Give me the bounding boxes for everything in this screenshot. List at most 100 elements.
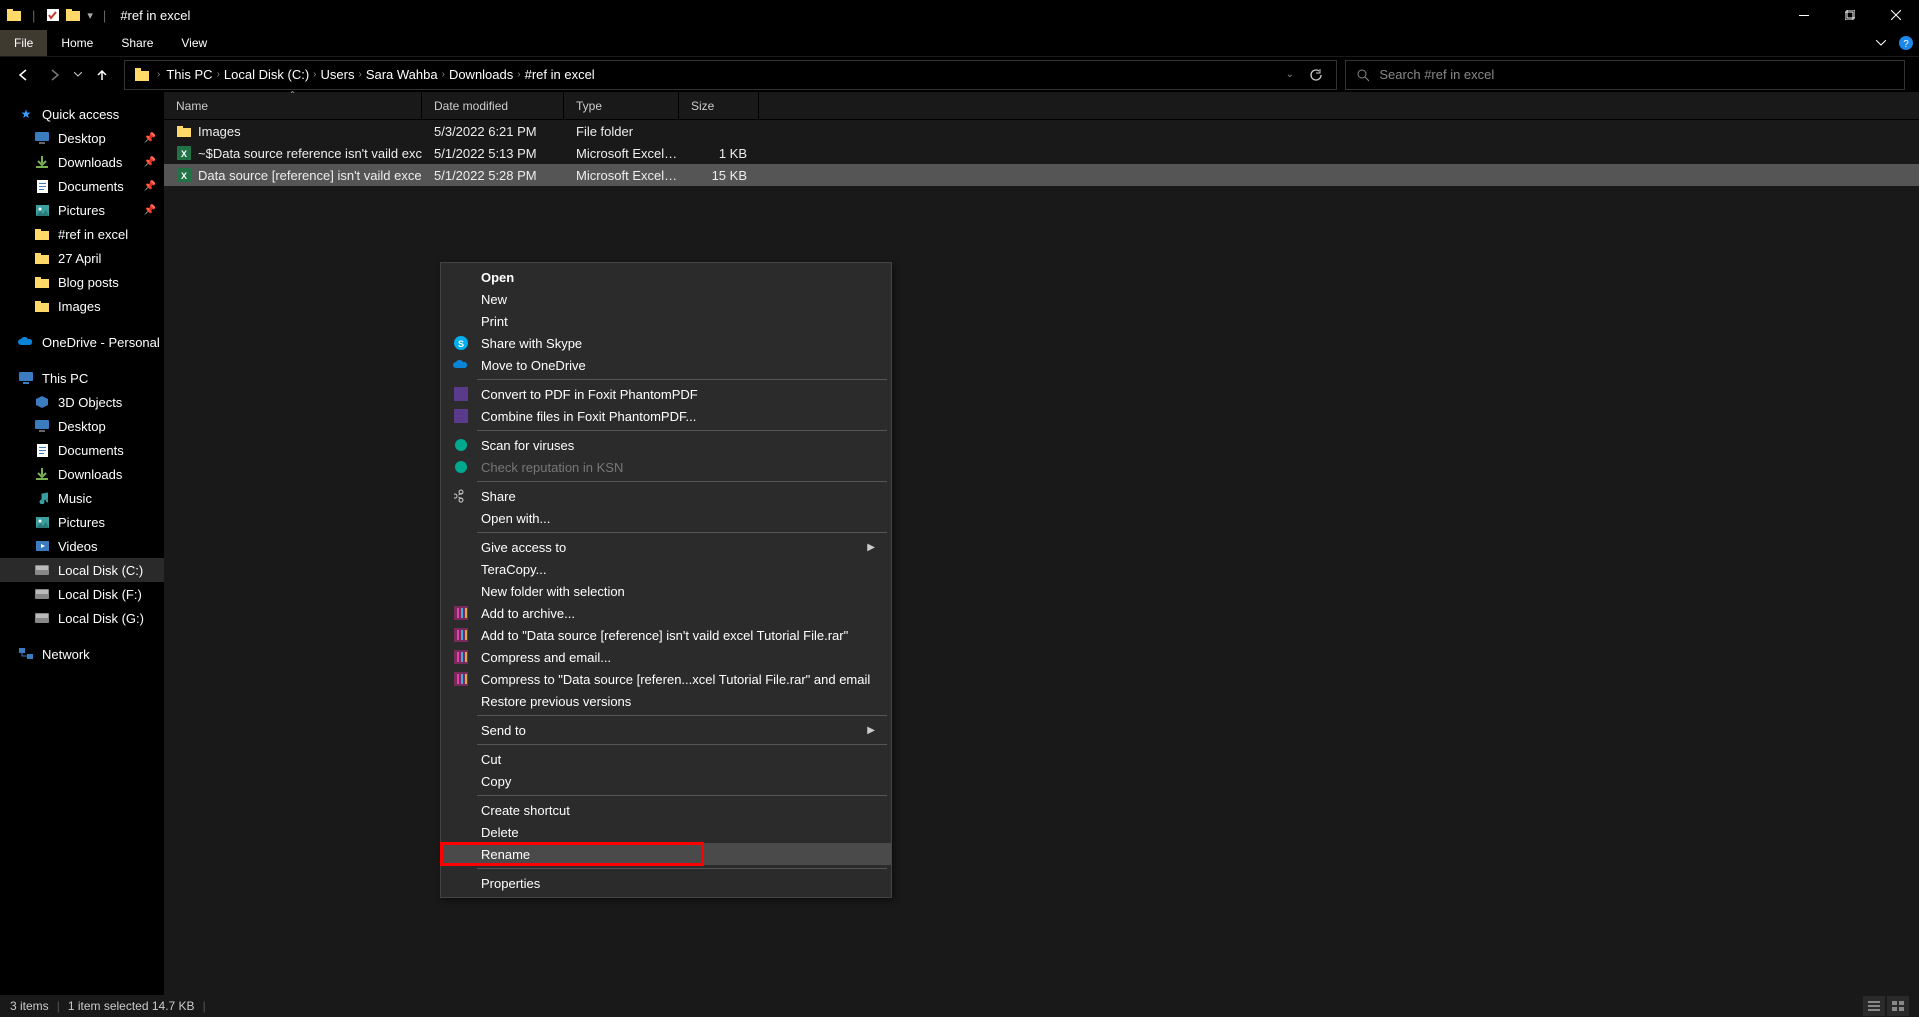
breadcrumb-item[interactable]: Users <box>317 61 359 89</box>
breadcrumb-item[interactable]: #ref in excel <box>521 61 599 89</box>
excel-icon: X <box>176 167 192 183</box>
sidebar-item[interactable]: Pictures📌 <box>0 198 164 222</box>
sidebar-item[interactable]: Pictures <box>0 510 164 534</box>
sidebar-item[interactable]: Music <box>0 486 164 510</box>
menu-item[interactable]: Properties <box>441 872 891 894</box>
search-box[interactable] <box>1345 60 1905 90</box>
menu-item[interactable]: Give access to▶ <box>441 536 891 558</box>
back-button[interactable] <box>10 61 38 89</box>
properties-icon[interactable] <box>45 7 61 23</box>
details-view-icon[interactable] <box>1863 996 1885 1016</box>
menu-item[interactable]: TeraCopy... <box>441 558 891 580</box>
menu-item[interactable]: Cut <box>441 748 891 770</box>
menu-item[interactable]: Open with... <box>441 507 891 529</box>
breadcrumb-root-icon[interactable] <box>131 61 155 89</box>
column-name[interactable]: ⌃Name <box>164 92 422 119</box>
menu-item[interactable]: Compress and email... <box>441 646 891 668</box>
menu-item[interactable]: Add to "Data source [reference] isn't va… <box>441 624 891 646</box>
menu-item[interactable]: SShare with Skype <box>441 332 891 354</box>
status-bar: 3 items | 1 item selected 14.7 KB | <box>0 995 1919 1017</box>
tab-share[interactable]: Share <box>107 30 167 56</box>
menu-item[interactable]: Compress to "Data source [referen...xcel… <box>441 668 891 690</box>
sidebar-this-pc[interactable]: This PC <box>0 366 164 390</box>
menu-item[interactable]: Restore previous versions <box>441 690 891 712</box>
sidebar-item[interactable]: Downloads <box>0 462 164 486</box>
kasp-icon <box>453 459 469 475</box>
breadcrumb-item[interactable]: This PC <box>162 61 216 89</box>
file-row[interactable]: XData source [reference] isn't vaild exc… <box>164 164 1919 186</box>
menu-item[interactable]: Create shortcut <box>441 799 891 821</box>
menu-item[interactable]: New folder with selection <box>441 580 891 602</box>
refresh-button[interactable] <box>1302 68 1330 82</box>
menu-item[interactable]: Convert to PDF in Foxit PhantomPDF <box>441 383 891 405</box>
sidebar-item[interactable]: Documents <box>0 438 164 462</box>
sidebar-item[interactable]: Local Disk (G:) <box>0 606 164 630</box>
menu-item[interactable]: Move to OneDrive <box>441 354 891 376</box>
breadcrumb-item[interactable]: Local Disk (C:) <box>220 61 313 89</box>
sidebar-item[interactable]: Documents📌 <box>0 174 164 198</box>
menu-item[interactable]: Delete <box>441 821 891 843</box>
tab-file[interactable]: File <box>0 30 47 56</box>
column-size[interactable]: Size <box>679 92 759 119</box>
sidebar-item[interactable]: Images <box>0 294 164 318</box>
sidebar-item[interactable]: 27 April <box>0 246 164 270</box>
menu-item[interactable]: Combine files in Foxit PhantomPDF... <box>441 405 891 427</box>
menu-item[interactable]: Share <box>441 485 891 507</box>
breadcrumb-item[interactable]: Sara Wahba <box>362 61 442 89</box>
maximize-button[interactable] <box>1827 0 1873 30</box>
menu-item[interactable]: Copy <box>441 770 891 792</box>
sidebar-item[interactable]: Desktop📌 <box>0 126 164 150</box>
folder-icon <box>34 226 50 242</box>
help-icon[interactable]: ? <box>1899 36 1913 50</box>
status-selected: 1 item selected 14.7 KB <box>68 999 195 1013</box>
sidebar-network[interactable]: Network <box>0 642 164 666</box>
close-button[interactable] <box>1873 0 1919 30</box>
3d-icon <box>34 394 50 410</box>
breadcrumb-item[interactable]: Downloads <box>445 61 517 89</box>
breadcrumb-bar[interactable]: › This PC›Local Disk (C:)›Users›Sara Wah… <box>124 60 1337 90</box>
up-button[interactable] <box>88 61 116 89</box>
tab-view[interactable]: View <box>167 30 221 56</box>
folder-icon <box>34 250 50 266</box>
sidebar-item[interactable]: Downloads📌 <box>0 150 164 174</box>
pin-icon: 📌 <box>144 133 156 144</box>
sidebar-item[interactable]: 3D Objects <box>0 390 164 414</box>
sidebar-quick-access[interactable]: ★ Quick access <box>0 102 164 126</box>
menu-item[interactable]: Rename <box>441 843 891 865</box>
sidebar-onedrive[interactable]: OneDrive - Personal <box>0 330 164 354</box>
menu-item[interactable]: Open <box>441 266 891 288</box>
onedrive-icon <box>453 357 469 373</box>
pin-icon: 📌 <box>144 181 156 192</box>
sidebar-item[interactable]: Local Disk (C:) <box>0 558 164 582</box>
file-row[interactable]: X~$Data source reference isn't vaild exc… <box>164 142 1919 164</box>
sidebar-item[interactable]: Blog posts <box>0 270 164 294</box>
foxit-icon <box>453 408 469 424</box>
column-date[interactable]: Date modified <box>422 92 564 119</box>
icons-view-icon[interactable] <box>1887 996 1909 1016</box>
sidebar-item[interactable]: Videos <box>0 534 164 558</box>
folder-icon <box>176 123 192 139</box>
menu-item[interactable]: Add to archive... <box>441 602 891 624</box>
disk-icon <box>34 562 50 578</box>
minimize-button[interactable] <box>1781 0 1827 30</box>
breadcrumb-dropdown-icon[interactable]: ⌄ <box>1286 69 1294 80</box>
menu-item[interactable]: Scan for viruses <box>441 434 891 456</box>
title-bar: | ▾ | #ref in excel <box>0 0 1919 30</box>
recent-dropdown-icon[interactable] <box>70 61 86 89</box>
search-input[interactable] <box>1379 67 1894 82</box>
file-row[interactable]: Images5/3/2022 6:21 PMFile folder <box>164 120 1919 142</box>
sidebar-item[interactable]: Local Disk (F:) <box>0 582 164 606</box>
excel-icon: X <box>176 145 192 161</box>
forward-button[interactable] <box>40 61 68 89</box>
music-icon <box>34 490 50 506</box>
sidebar-item[interactable]: Desktop <box>0 414 164 438</box>
ribbon-expand-icon[interactable] <box>1869 40 1893 46</box>
menu-item[interactable]: Print <box>441 310 891 332</box>
sidebar-item[interactable]: #ref in excel <box>0 222 164 246</box>
menu-item[interactable]: New <box>441 288 891 310</box>
menu-item[interactable]: Send to▶ <box>441 719 891 741</box>
tab-home[interactable]: Home <box>47 30 107 56</box>
videos-icon <box>34 538 50 554</box>
svg-text:X: X <box>181 171 187 181</box>
column-type[interactable]: Type <box>564 92 679 119</box>
